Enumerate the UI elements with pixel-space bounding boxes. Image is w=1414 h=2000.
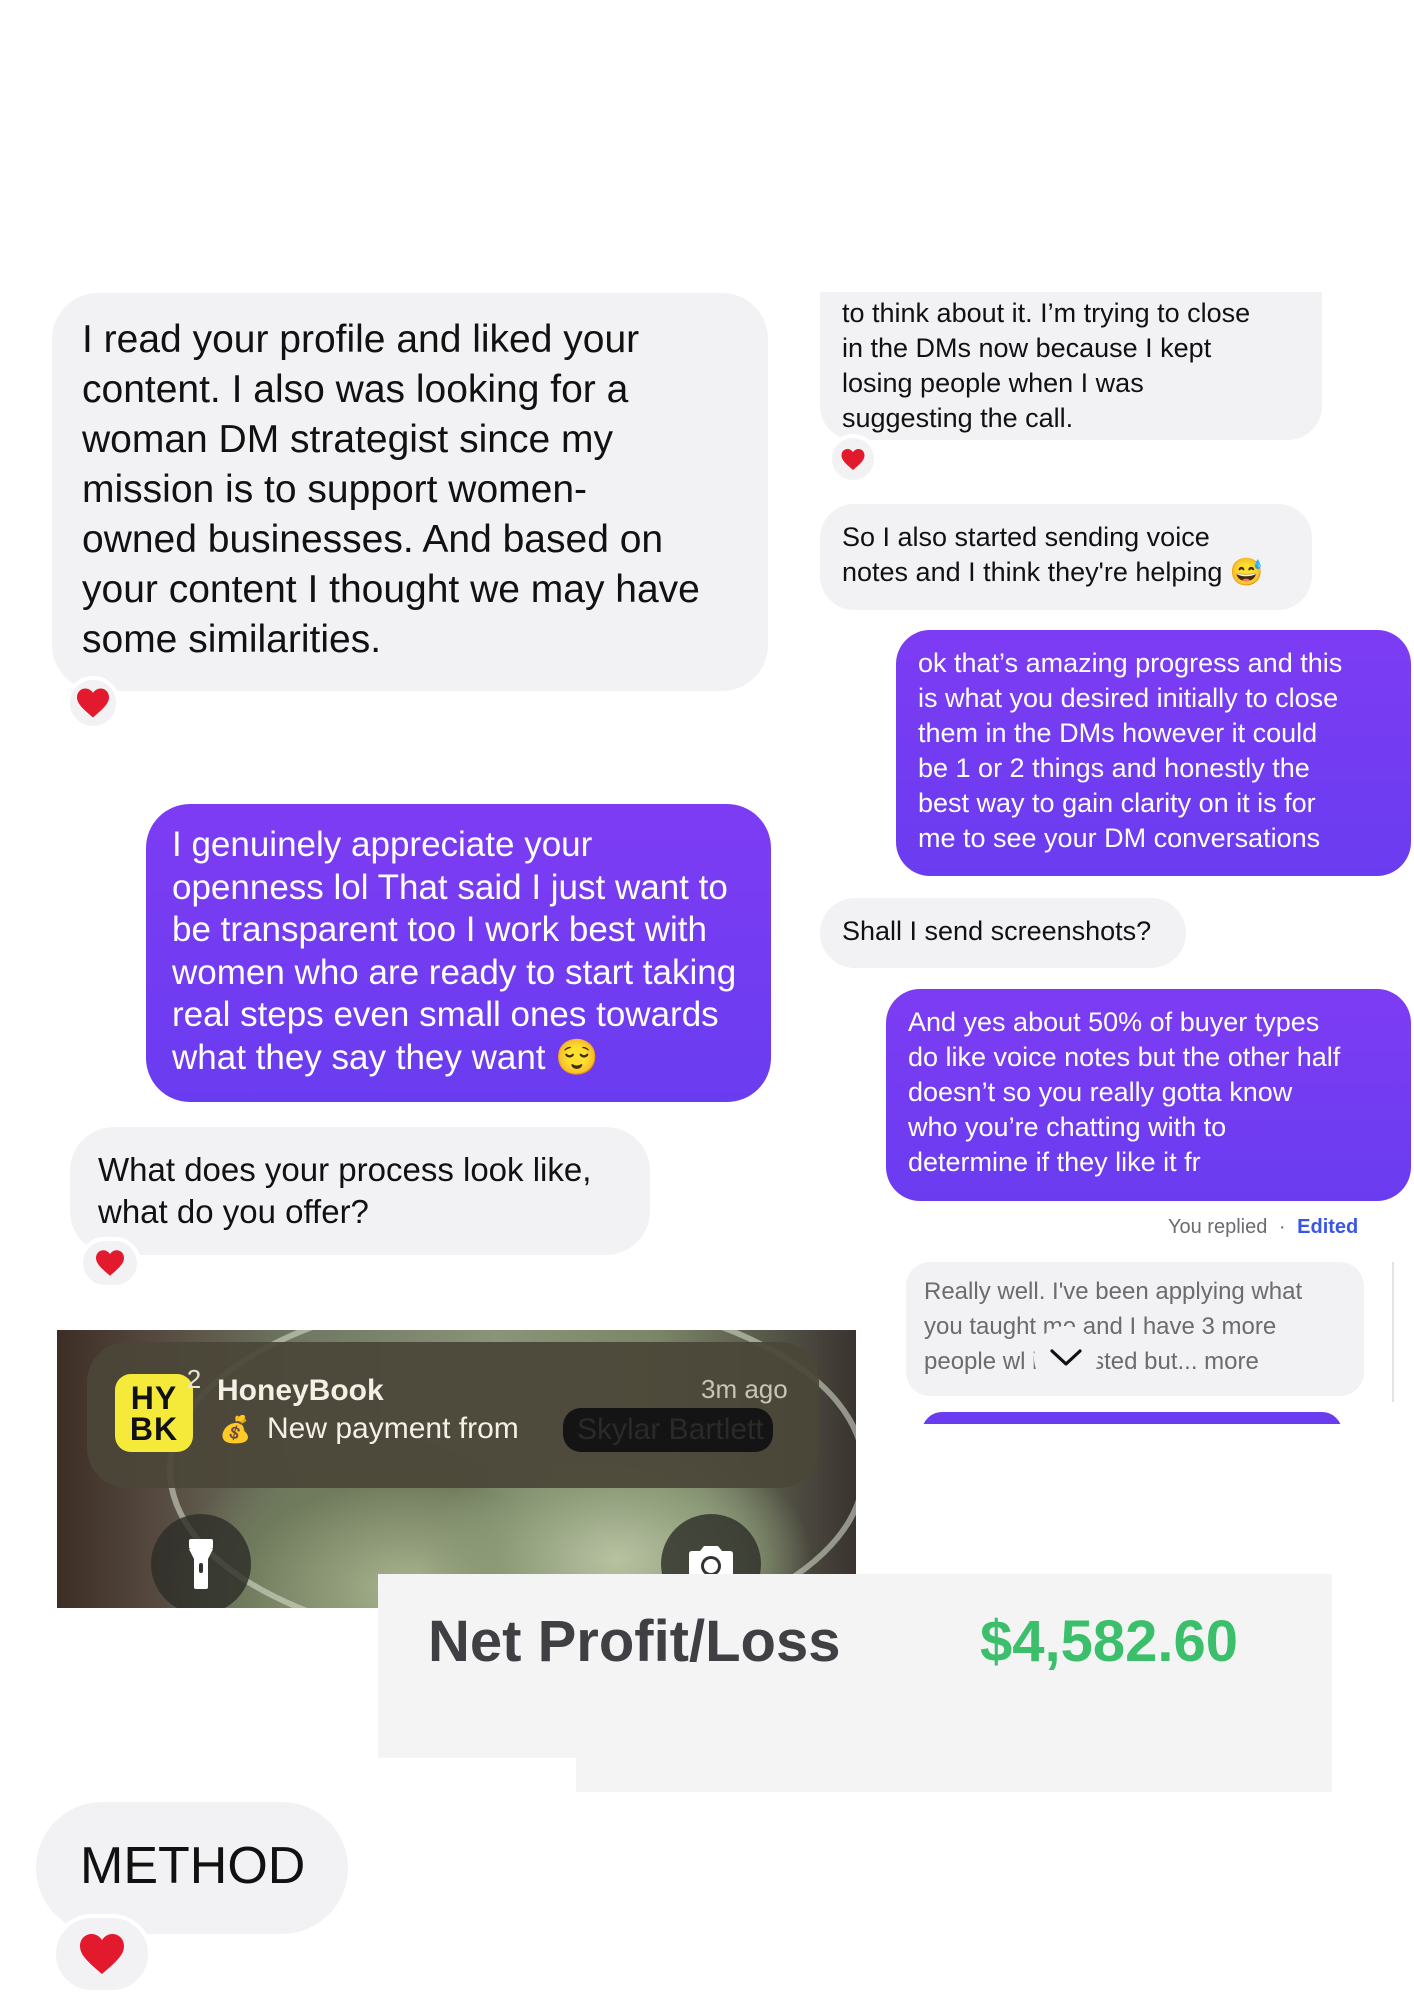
notification-card[interactable]: HY BK 2 HoneyBook 3m ago 💰 New payment f…	[87, 1342, 819, 1488]
chevron-down-icon	[1050, 1349, 1082, 1366]
net-profit-label: Net Profit/Loss	[428, 1609, 841, 1674]
message-bubble: So I also started sending voice notes an…	[820, 504, 1312, 610]
badge-count: 2	[186, 1364, 202, 1394]
heart-icon	[841, 448, 865, 470]
message-bubble: Shall I send screenshots?	[820, 898, 1186, 968]
divider	[1392, 1262, 1394, 1402]
message-text: to think about it. I’m trying to close i…	[842, 298, 1251, 433]
message-text: Shall I send screenshots?	[842, 916, 1152, 946]
message-bubble-reply: I genuinely appreciate your openness lol…	[146, 804, 771, 1102]
scroll-down-button[interactable]	[1034, 1326, 1098, 1390]
profit-panel-lower	[576, 1758, 1332, 1792]
heart-icon	[96, 1250, 124, 1276]
quoted-message: Really well. I've been applying what you…	[906, 1262, 1364, 1396]
reply-meta: You replied · Edited	[1168, 1216, 1414, 1246]
quoted-text: Really well. I've been applying what you…	[924, 1278, 1303, 1375]
message-bubble-intro: I read your profile and liked your conte…	[52, 293, 768, 691]
notification-emoji: 💰	[219, 1414, 252, 1444]
next-bubble-edge	[922, 1412, 1342, 1424]
flashlight-icon	[189, 1539, 213, 1589]
heart-reaction[interactable]	[52, 1914, 152, 1994]
replied-label: You replied	[1168, 1216, 1268, 1238]
message-text: I read your profile and liked your conte…	[82, 318, 700, 661]
message-bubble: to think about it. I’m trying to close i…	[820, 292, 1322, 440]
chat-screenshot-right: to think about it. I’m trying to close i…	[812, 292, 1414, 1424]
heart-icon	[77, 688, 109, 718]
flashlight-button[interactable]	[151, 1514, 251, 1608]
message-bubble-sent: And yes about 50% of buyer types do like…	[886, 989, 1411, 1201]
net-profit-value: $4,582.60	[980, 1609, 1239, 1674]
message-bubble-sent: ok that’s amazing progress and this is w…	[896, 630, 1411, 876]
message-text: What does your process look like, what d…	[98, 1151, 592, 1230]
method-text: METHOD	[80, 1837, 306, 1895]
separator: ·	[1278, 1216, 1286, 1238]
notification-app-name: HoneyBook	[217, 1374, 384, 1407]
heart-reaction[interactable]	[66, 676, 120, 730]
heart-icon	[80, 1934, 124, 1974]
message-text: So I also started sending voice notes an…	[842, 522, 1264, 587]
message-text: And yes about 50% of buyer types do like…	[908, 1007, 1341, 1177]
heart-reaction[interactable]	[828, 434, 878, 484]
message-text: ok that’s amazing progress and this is w…	[918, 648, 1343, 853]
notification-message: New payment from	[267, 1412, 519, 1445]
notification-time: 3m ago	[701, 1374, 788, 1404]
edited-label: Edited	[1297, 1216, 1359, 1238]
message-text: I genuinely appreciate your openness lol…	[172, 825, 737, 1077]
heart-reaction[interactable]	[79, 1237, 141, 1289]
message-bubble-question: What does your process look like, what d…	[70, 1127, 650, 1255]
redacted-name: Skylar Bartlett	[563, 1408, 773, 1452]
lockscreen-photo: HY BK 2 HoneyBook 3m ago 💰 New payment f…	[57, 1330, 856, 1608]
